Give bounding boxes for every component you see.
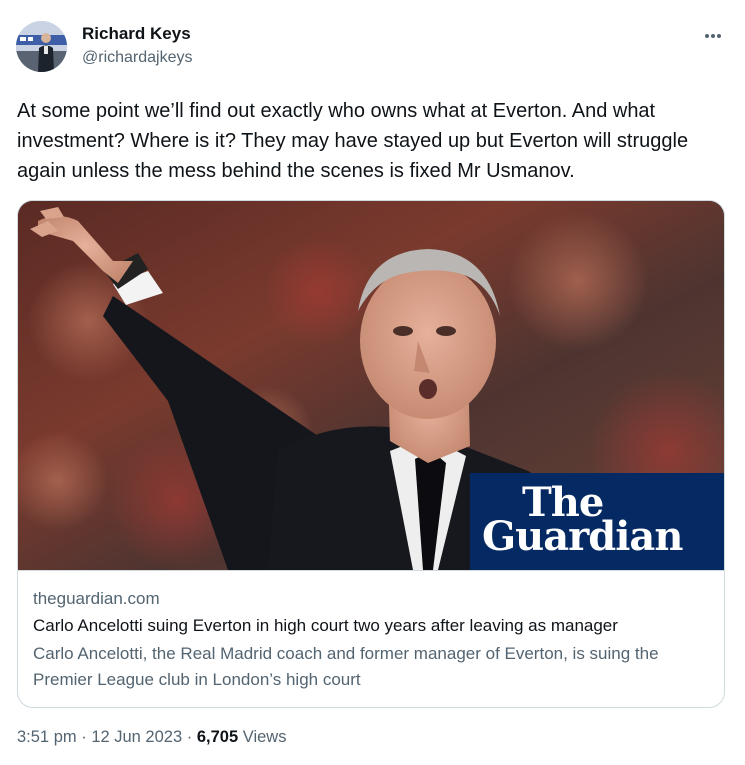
guardian-logo-line2: Guardian <box>482 513 683 560</box>
guardian-logo: The Guardian <box>470 473 724 570</box>
author-handle[interactable]: @richardajkeys <box>82 49 193 67</box>
tweet-date: 12 Jun 2023 <box>91 728 183 746</box>
card-description: Carlo Ancelotti, the Real Madrid coach a… <box>33 644 659 689</box>
views-label: Views <box>242 728 287 746</box>
views-link[interactable]: 6,705 Views <box>197 728 287 746</box>
views-count: 6,705 <box>196 728 239 746</box>
more-horizontal-icon <box>705 34 721 38</box>
separator: · <box>81 728 87 746</box>
author-avatar[interactable] <box>16 21 67 72</box>
more-options-button[interactable] <box>699 26 727 46</box>
card-image: The Guardian <box>18 201 724 570</box>
tweet-timestamp-link[interactable]: 3:51 pm · 12 Jun 2023 <box>17 728 182 746</box>
tweet: Richard Keys @richardajkeys At some poin… <box>0 0 745 765</box>
card-title: Carlo Ancelotti suing Everton in high co… <box>33 616 618 635</box>
author-name[interactable]: Richard Keys <box>82 24 191 44</box>
tweet-text: At some point we’ll find out exactly who… <box>17 100 689 182</box>
link-preview-card[interactable]: The Guardian theguardian.com Carlo Ancel… <box>17 200 725 708</box>
card-domain: theguardian.com <box>33 589 160 608</box>
tweet-time: 3:51 pm <box>17 728 77 746</box>
tweet-meta-row: 3:51 pm · 12 Jun 2023 · 6,705 Views <box>17 728 286 747</box>
card-meta: theguardian.com Carlo Ancelotti suing Ev… <box>18 570 724 689</box>
separator: · <box>186 728 193 746</box>
